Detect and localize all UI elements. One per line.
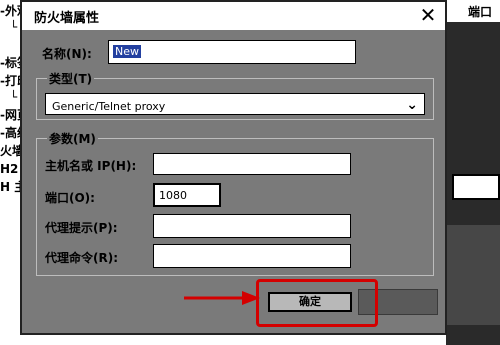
background-field — [452, 174, 500, 200]
port-label: 端口(O): — [45, 191, 95, 205]
params-group-title: 参数(M) — [47, 130, 98, 147]
tree-item[interactable]: └ — [10, 20, 17, 34]
proxy-prompt-field[interactable] — [153, 214, 351, 238]
tree-item[interactable]: H2 — [0, 162, 18, 176]
tree-prefix: └ — [10, 90, 18, 104]
name-label: 名称(N): — [42, 47, 92, 61]
annotation-arrow-icon — [184, 291, 260, 305]
type-group-title: 类型(T) — [47, 70, 95, 87]
proxy-prompt-label: 代理提示(P): — [45, 221, 118, 235]
type-select-value: Generic/Telnet proxy — [52, 100, 166, 113]
background-area — [446, 225, 500, 325]
name-value: New — [113, 45, 141, 58]
tree-prefix: └ — [10, 20, 18, 34]
proxy-command-label: 代理命令(R): — [45, 251, 119, 265]
host-label: 主机名或 IP(H): — [45, 159, 137, 173]
annotation-highlight — [256, 279, 378, 327]
host-field[interactable] — [153, 153, 351, 175]
close-icon[interactable]: ✕ — [417, 4, 439, 26]
type-select[interactable]: Generic/Telnet proxy ⌄ — [45, 93, 425, 115]
dialog-title: 防火墙属性 — [34, 11, 100, 26]
tree-item[interactable]: └ — [10, 90, 17, 104]
tree-item-label: H2 — [0, 162, 19, 176]
port-field[interactable]: 1080 — [153, 183, 221, 207]
chevron-down-icon: ⌄ — [406, 97, 418, 113]
port-column-label: 端口 — [468, 5, 493, 19]
firewall-properties-dialog: 防火墙属性 ✕ 名称(N): New 类型(T) Generic/Telnet … — [20, 0, 447, 335]
dialog-titlebar: 防火墙属性 ✕ — [22, 2, 445, 30]
params-group: 参数(M) 主机名或 IP(H): 端口(O): 1080 代理提示(P): 代… — [36, 130, 434, 276]
proxy-command-field[interactable] — [153, 244, 351, 268]
name-field[interactable]: New — [108, 40, 356, 64]
type-group: 类型(T) Generic/Telnet proxy ⌄ — [36, 70, 434, 120]
